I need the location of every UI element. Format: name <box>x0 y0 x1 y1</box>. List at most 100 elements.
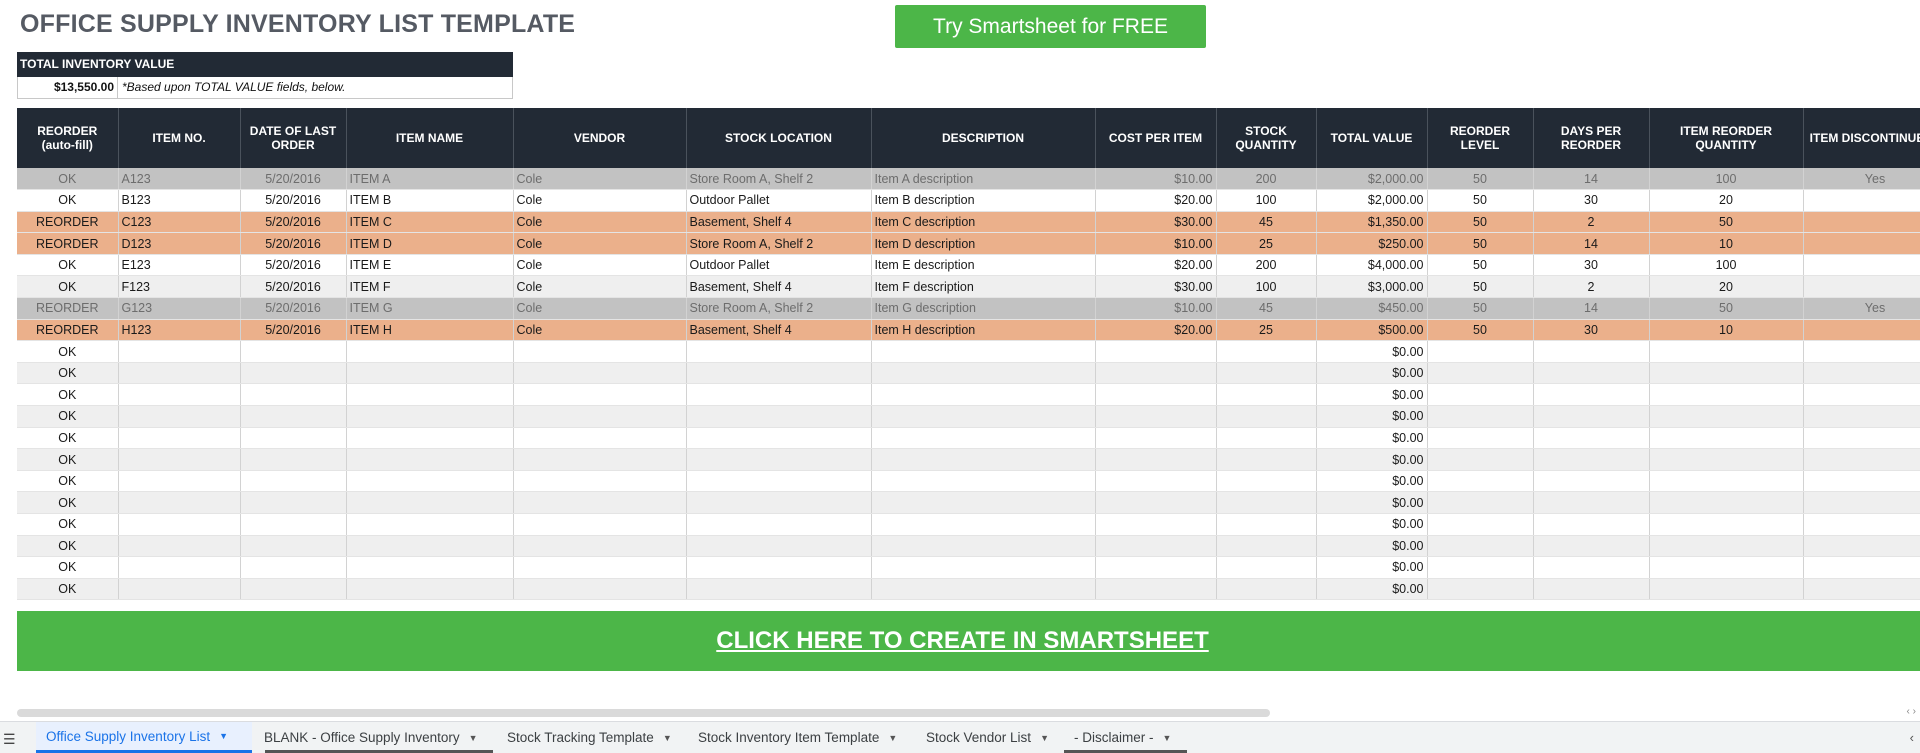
cell-stock-location[interactable] <box>686 362 872 385</box>
cell-date-of-last-order[interactable]: 5/20/2016 <box>240 211 347 234</box>
col-header-item-no[interactable]: ITEM NO. <box>118 108 241 168</box>
cell-item-no[interactable]: G123 <box>118 297 241 320</box>
cell-description[interactable] <box>871 491 1096 514</box>
cell-item-discontinued[interactable] <box>1803 448 1920 471</box>
cell-item-name[interactable]: ITEM B <box>346 189 514 212</box>
cell-date-of-last-order[interactable] <box>240 383 347 407</box>
cell-vendor[interactable] <box>513 535 687 558</box>
col-header-reorder-level[interactable]: REORDER LEVEL <box>1427 108 1534 168</box>
cell-stock-location[interactable] <box>686 513 872 536</box>
cell-reorder-level[interactable]: 50 <box>1427 211 1534 234</box>
cell-vendor[interactable]: Cole <box>513 297 687 320</box>
cell-reorder[interactable]: OK <box>17 362 119 385</box>
cell-cost-per-item[interactable] <box>1095 405 1217 428</box>
cell-item-name[interactable] <box>346 405 514 428</box>
cell-stock-location[interactable] <box>686 383 872 407</box>
cell-vendor[interactable]: Cole <box>513 232 687 255</box>
cell-item-no[interactable]: E123 <box>118 254 241 277</box>
cell-description[interactable] <box>871 383 1096 407</box>
cell-stock-quantity[interactable] <box>1216 427 1317 450</box>
cell-item-reorder-quantity[interactable] <box>1649 405 1804 428</box>
cell-description[interactable]: Item G description <box>871 297 1096 320</box>
cell-date-of-last-order[interactable] <box>240 556 347 579</box>
cell-cost-per-item[interactable] <box>1095 491 1217 514</box>
cell-item-reorder-quantity[interactable]: 50 <box>1649 211 1804 234</box>
cell-stock-quantity[interactable]: 100 <box>1216 189 1317 212</box>
cell-item-no[interactable] <box>118 383 241 407</box>
cell-description[interactable]: Item D description <box>871 232 1096 255</box>
cell-item-no[interactable]: D123 <box>118 232 241 255</box>
cell-stock-quantity[interactable] <box>1216 535 1317 558</box>
cell-reorder[interactable]: OK <box>17 513 119 536</box>
cell-date-of-last-order[interactable] <box>240 427 347 450</box>
cell-reorder[interactable]: OK <box>17 448 119 471</box>
cell-item-discontinued[interactable] <box>1803 578 1920 601</box>
cell-item-reorder-quantity[interactable] <box>1649 556 1804 579</box>
cell-item-discontinued[interactable]: Yes <box>1803 297 1920 320</box>
cell-days-per-reorder[interactable] <box>1533 491 1650 514</box>
cell-reorder-level[interactable]: 50 <box>1427 232 1534 255</box>
cell-vendor[interactable] <box>513 362 687 385</box>
cell-item-no[interactable] <box>118 491 241 514</box>
cell-vendor[interactable] <box>513 491 687 514</box>
cell-item-name[interactable] <box>346 470 514 493</box>
cell-days-per-reorder[interactable]: 30 <box>1533 254 1650 277</box>
cell-date-of-last-order[interactable]: 5/20/2016 <box>240 275 347 299</box>
cell-item-name[interactable] <box>346 578 514 601</box>
cell-stock-quantity[interactable]: 25 <box>1216 319 1317 342</box>
cell-date-of-last-order[interactable] <box>240 448 347 471</box>
cell-cost-per-item[interactable]: $10.00 <box>1095 168 1217 191</box>
cell-reorder-level[interactable] <box>1427 491 1534 514</box>
cell-days-per-reorder[interactable] <box>1533 448 1650 471</box>
cell-item-reorder-quantity[interactable]: 20 <box>1649 275 1804 299</box>
cell-cost-per-item[interactable] <box>1095 535 1217 558</box>
cell-description[interactable] <box>871 340 1096 363</box>
cell-item-name[interactable]: ITEM C <box>346 211 514 234</box>
cell-reorder[interactable]: REORDER <box>17 297 119 320</box>
cell-reorder[interactable]: OK <box>17 427 119 450</box>
cell-item-discontinued[interactable] <box>1803 556 1920 579</box>
col-header-date-of-last-order[interactable]: DATE OF LAST ORDER <box>240 108 347 168</box>
cell-item-reorder-quantity[interactable] <box>1649 383 1804 407</box>
cell-total-value[interactable]: $4,000.00 <box>1316 254 1428 277</box>
cell-stock-quantity[interactable] <box>1216 556 1317 579</box>
cell-description[interactable] <box>871 405 1096 428</box>
cell-stock-quantity[interactable]: 200 <box>1216 168 1317 191</box>
cell-item-name[interactable] <box>346 491 514 514</box>
cell-stock-location[interactable] <box>686 535 872 558</box>
cell-reorder[interactable]: OK <box>17 189 119 212</box>
cell-stock-quantity[interactable]: 100 <box>1216 275 1317 299</box>
cell-total-value[interactable]: $3,000.00 <box>1316 275 1428 299</box>
cell-cost-per-item[interactable]: $20.00 <box>1095 189 1217 212</box>
cell-reorder-level[interactable]: 50 <box>1427 254 1534 277</box>
cell-description[interactable] <box>871 535 1096 558</box>
cell-item-name[interactable] <box>346 383 514 407</box>
cell-reorder[interactable]: OK <box>17 556 119 579</box>
cell-reorder-level[interactable] <box>1427 513 1534 536</box>
cell-total-value[interactable]: $500.00 <box>1316 319 1428 342</box>
cell-vendor[interactable]: Cole <box>513 168 687 191</box>
cell-cost-per-item[interactable] <box>1095 362 1217 385</box>
col-header-reorder[interactable]: REORDER (auto-fill) <box>17 108 119 168</box>
col-header-total-value[interactable]: TOTAL VALUE <box>1316 108 1428 168</box>
cell-item-name[interactable]: ITEM H <box>346 319 514 342</box>
chevron-right-icon[interactable]: ‹ <box>1910 730 1914 745</box>
all-sheets-menu-icon[interactable]: ☰ <box>3 731 16 748</box>
cell-reorder[interactable]: OK <box>17 254 119 277</box>
cell-stock-location[interactable] <box>686 448 872 471</box>
cell-days-per-reorder[interactable] <box>1533 405 1650 428</box>
cell-item-no[interactable]: H123 <box>118 319 241 342</box>
cell-reorder-level[interactable] <box>1427 340 1534 363</box>
cell-item-name[interactable] <box>346 427 514 450</box>
cell-days-per-reorder[interactable]: 14 <box>1533 168 1650 191</box>
cell-cost-per-item[interactable] <box>1095 578 1217 601</box>
cell-vendor[interactable] <box>513 340 687 363</box>
cell-cost-per-item[interactable] <box>1095 427 1217 450</box>
col-header-vendor[interactable]: VENDOR <box>513 108 687 168</box>
cell-total-value[interactable]: $250.00 <box>1316 232 1428 255</box>
cell-stock-location[interactable] <box>686 340 872 363</box>
cell-cost-per-item[interactable]: $10.00 <box>1095 297 1217 320</box>
cell-total-value[interactable]: $450.00 <box>1316 297 1428 320</box>
col-header-item-discontinued[interactable]: ITEM DISCONTINUED? <box>1803 108 1920 168</box>
cell-item-no[interactable] <box>118 470 241 493</box>
